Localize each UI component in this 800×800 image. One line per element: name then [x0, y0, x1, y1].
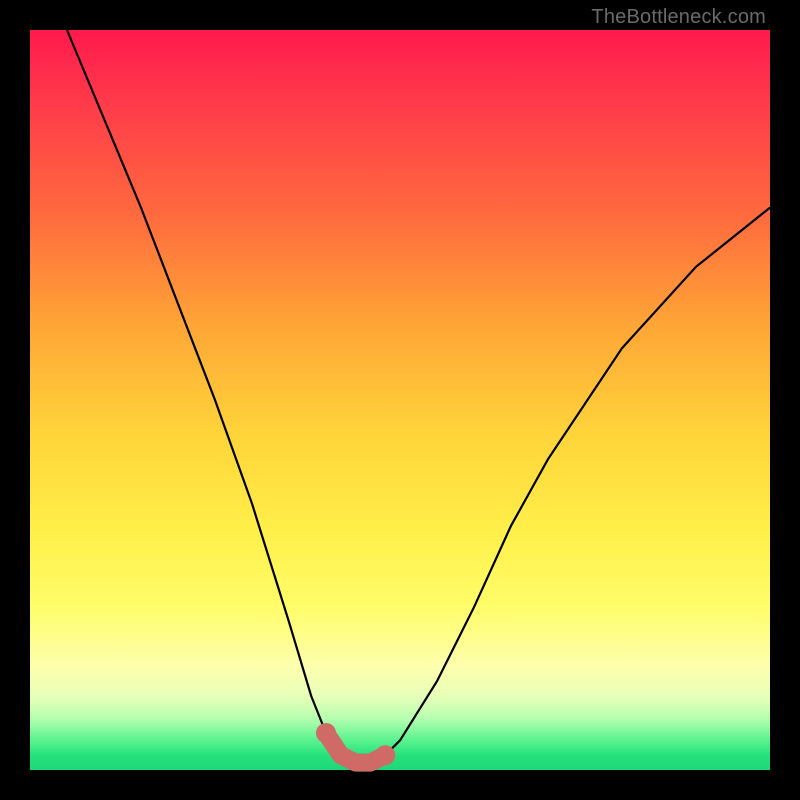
bottleneck-curve-path — [67, 30, 770, 763]
plot-area — [30, 30, 770, 770]
watermark: TheBottleneck.com — [591, 6, 766, 29]
flat-bottom-highlight-endcap — [375, 745, 395, 765]
flat-bottom-highlight-endcap — [316, 723, 336, 743]
flat-bottom-highlight — [316, 723, 395, 765]
bottleneck-curve — [67, 30, 770, 763]
curve-layer — [30, 30, 770, 770]
chart-frame: TheBottleneck.com — [0, 0, 800, 800]
